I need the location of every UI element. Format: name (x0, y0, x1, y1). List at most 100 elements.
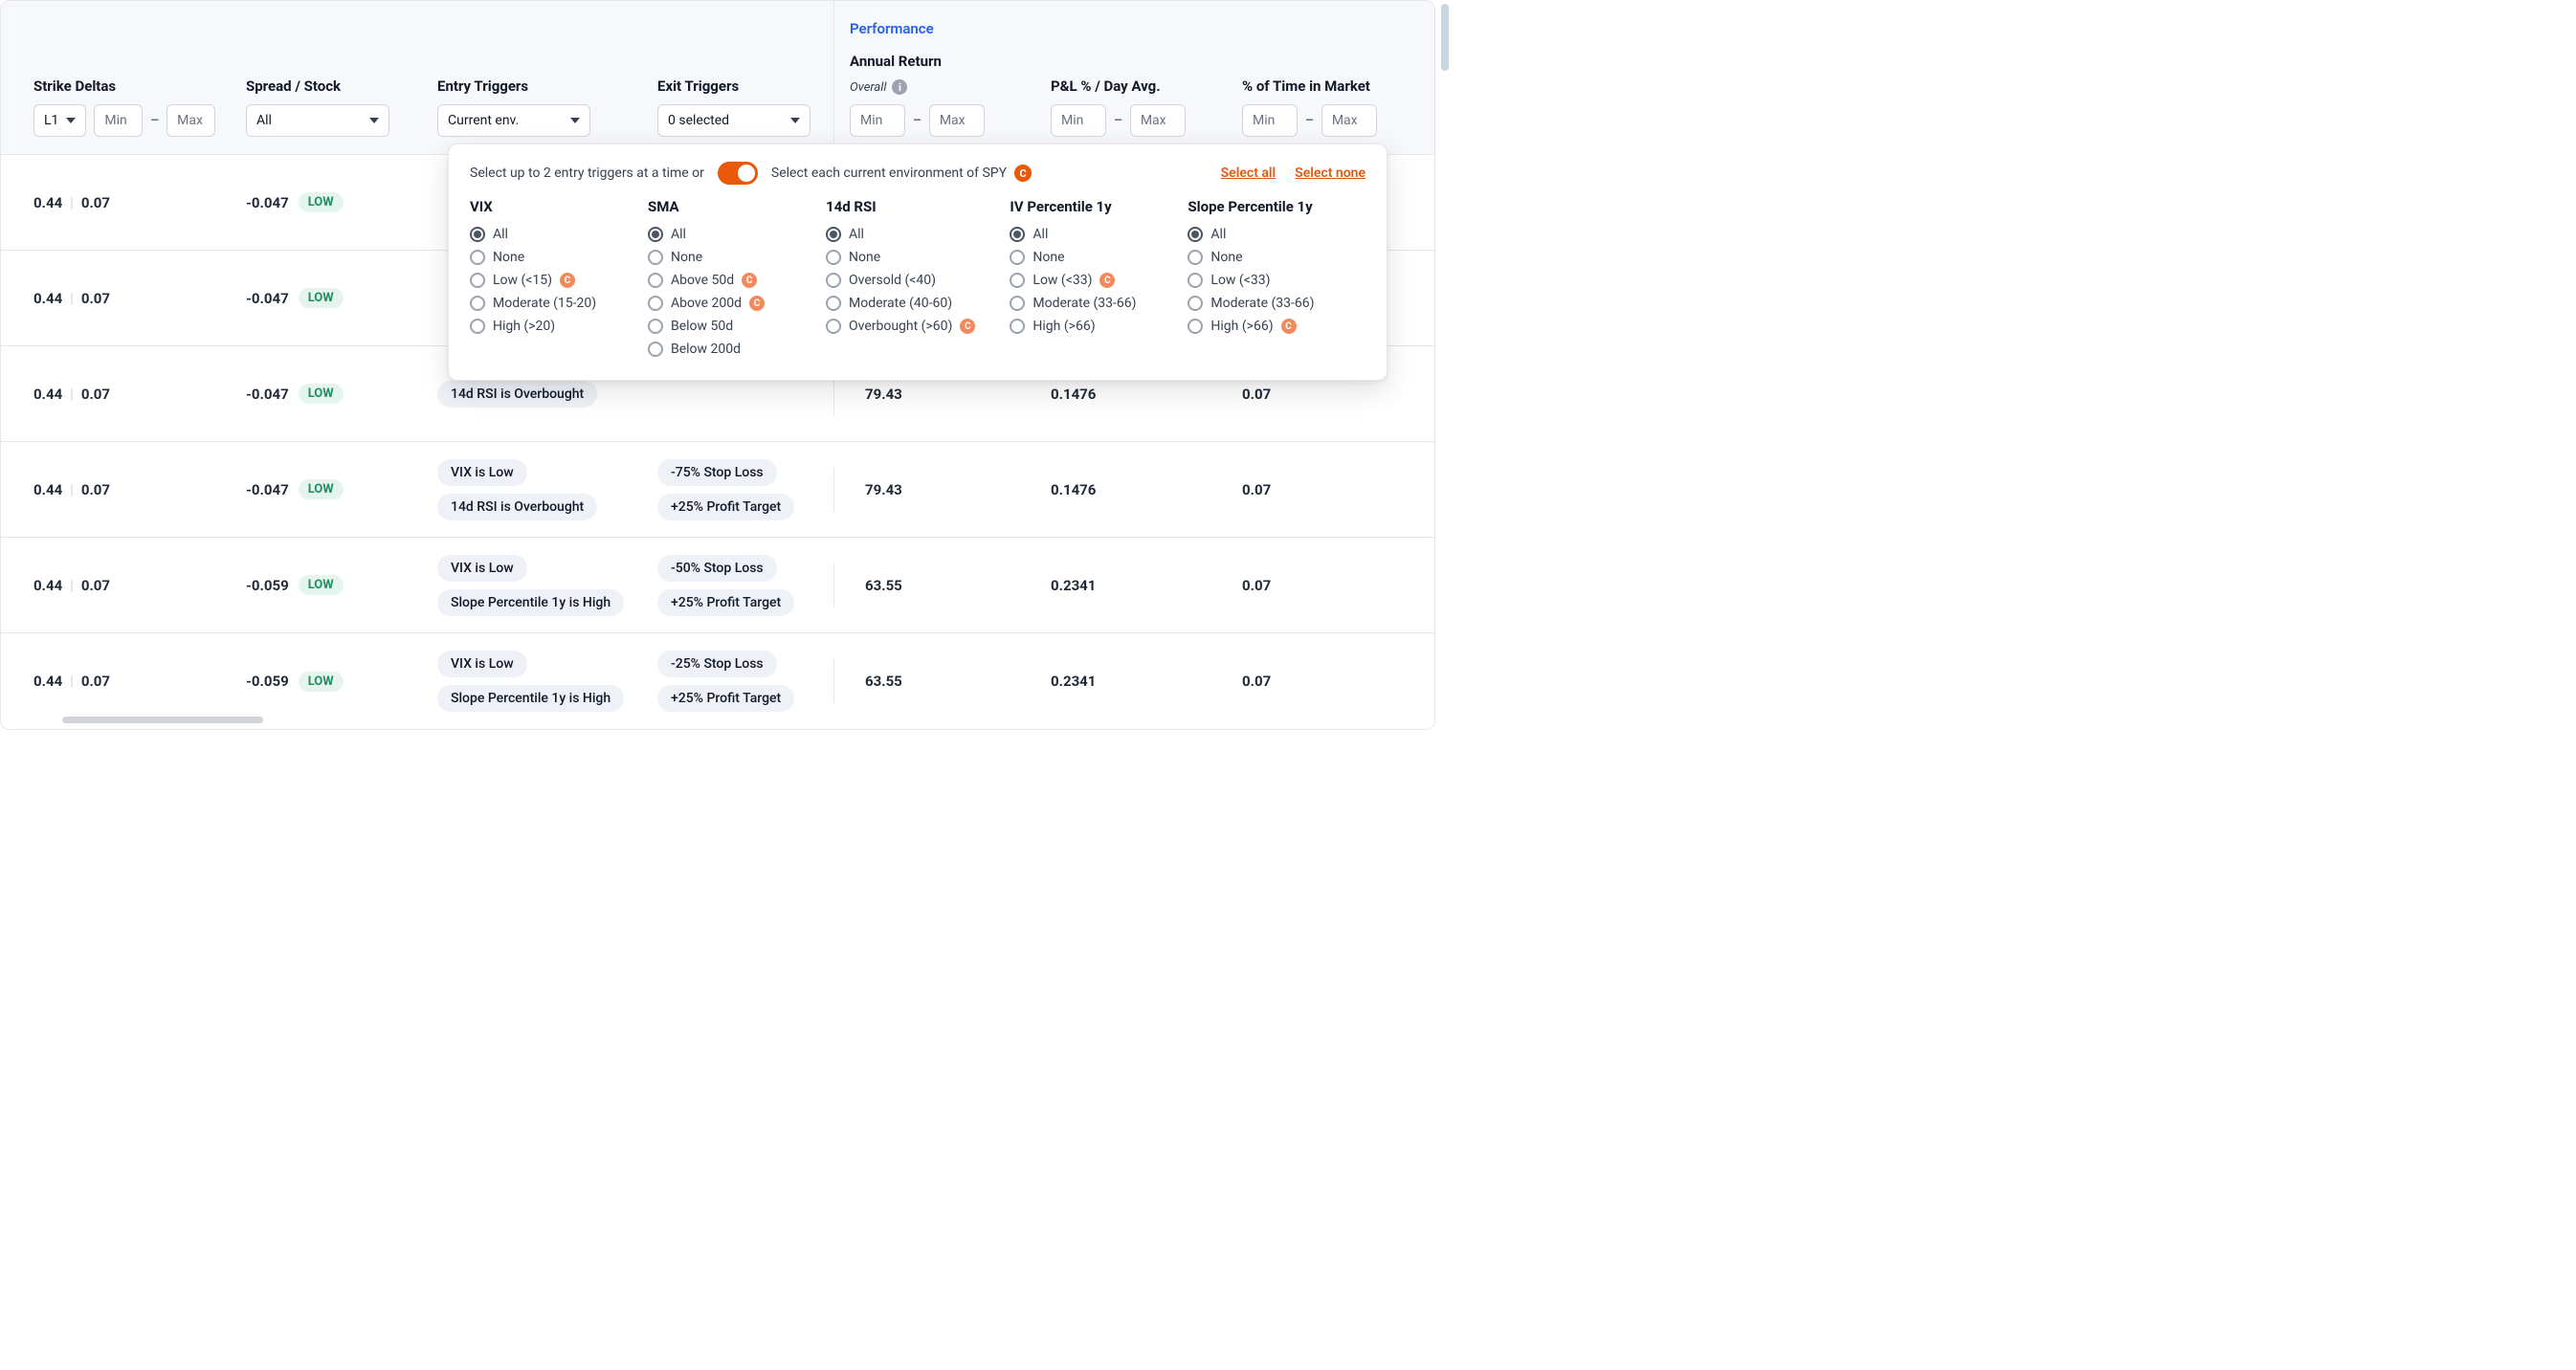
time-in-market-value: 0.07 (1242, 481, 1414, 498)
trigger-option[interactable]: All (1188, 223, 1331, 246)
time-max-input[interactable]: Max (1321, 104, 1377, 137)
low-badge: LOW (299, 672, 344, 692)
trigger-option[interactable]: High (>66) (1010, 315, 1153, 338)
delta-1: 0.44 (33, 194, 62, 211)
trigger-option[interactable]: None (1188, 246, 1331, 269)
radio-icon (648, 319, 663, 334)
cell-entry-triggers: VIX is Low14d RSI is Overbought (422, 446, 642, 534)
ar-max-input[interactable]: Max (929, 104, 985, 137)
annual-return-value: 79.43 (850, 386, 1051, 403)
trigger-option-label: All (493, 227, 508, 242)
trigger-option[interactable]: Moderate (15-20) (470, 292, 613, 315)
cell-performance: 79.430.14760.07 (833, 468, 1434, 512)
trigger-option[interactable]: Moderate (33-66) (1188, 292, 1331, 315)
exit-trigger-chip: -75% Stop Loss (657, 459, 777, 486)
trigger-option[interactable]: Above 50dC (648, 269, 791, 292)
trigger-option[interactable]: High (>66)C (1188, 315, 1331, 338)
cell-spread-stock: -0.047LOW (231, 275, 422, 321)
radio-icon (1010, 227, 1025, 242)
delta-divider: | (70, 577, 74, 594)
delta-1: 0.44 (33, 673, 62, 690)
trigger-option[interactable]: None (1010, 246, 1153, 269)
radio-icon (1010, 273, 1025, 288)
trigger-option[interactable]: Below 50d (648, 315, 791, 338)
trigger-option-label: Moderate (40-60) (849, 296, 952, 311)
trigger-column-title: VIX (470, 198, 613, 215)
low-badge: LOW (299, 575, 344, 595)
pnl-max-input[interactable]: Max (1130, 104, 1186, 137)
table-row[interactable]: 0.44|0.07-0.059LOWVIX is LowSlope Percen… (1, 633, 1434, 729)
select-all-link[interactable]: Select all (1221, 166, 1277, 181)
spread-stock-select[interactable]: All (246, 104, 389, 137)
trigger-option[interactable]: Above 200dC (648, 292, 791, 315)
radio-icon (1188, 227, 1203, 242)
exit-triggers-value: 0 selected (668, 113, 729, 128)
performance-link[interactable]: Performance (850, 20, 1419, 37)
time-in-market-value: 0.07 (1242, 673, 1414, 690)
trigger-option[interactable]: Oversold (<40) (826, 269, 975, 292)
trigger-option[interactable]: Low (<33)C (1010, 269, 1153, 292)
trigger-option[interactable]: All (470, 223, 613, 246)
leg-select-label: L1 (44, 113, 58, 128)
entry-triggers-value: Current env. (448, 113, 519, 128)
exit-triggers-select[interactable]: 0 selected (657, 104, 811, 137)
radio-icon (648, 250, 663, 265)
strike-min-input[interactable]: Min (94, 104, 143, 137)
table-row[interactable]: 0.44|0.07-0.047LOWVIX is Low14d RSI is O… (1, 442, 1434, 538)
trigger-option[interactable]: High (>20) (470, 315, 613, 338)
range-dash: – (1114, 113, 1122, 128)
exit-trigger-chip: +25% Profit Target (657, 589, 794, 616)
trigger-option-label: All (1033, 227, 1048, 242)
trigger-option[interactable]: None (826, 246, 975, 269)
trigger-option[interactable]: Moderate (40-60) (826, 292, 975, 315)
radio-icon (470, 250, 485, 265)
trigger-option[interactable]: Low (<33) (1188, 269, 1331, 292)
entry-triggers-select[interactable]: Current env. (437, 104, 590, 137)
radio-icon (470, 227, 485, 242)
trigger-option[interactable]: None (470, 246, 613, 269)
strike-max-input[interactable]: Max (167, 104, 215, 137)
delta-2: 0.07 (81, 481, 110, 498)
trigger-option[interactable]: None (648, 246, 791, 269)
cell-spread-stock: -0.059LOW (231, 562, 422, 608)
cell-strike-deltas: 0.44|0.07 (1, 372, 231, 416)
trigger-option[interactable]: All (648, 223, 791, 246)
popover-lead-text: Select up to 2 entry triggers at a time … (470, 166, 704, 181)
horizontal-scrollbar[interactable] (62, 717, 263, 723)
pnl-value: 0.2341 (1051, 673, 1242, 690)
trigger-column: 14d RSIAllNoneOversold (<40)Moderate (40… (826, 198, 975, 361)
current-env-toggle[interactable] (718, 162, 758, 185)
annual-return-value: 79.43 (850, 481, 1051, 498)
pnl-min-input[interactable]: Min (1051, 104, 1106, 137)
leg-select[interactable]: L1 (33, 104, 86, 137)
range-dash: – (150, 113, 159, 128)
trigger-option[interactable]: All (1010, 223, 1153, 246)
cell-exit-triggers: -25% Stop Loss+25% Profit Target (642, 637, 833, 725)
delta-divider: | (70, 386, 74, 403)
time-min-input[interactable]: Min (1242, 104, 1298, 137)
radio-icon (826, 250, 841, 265)
select-none-link[interactable]: Select none (1295, 166, 1366, 181)
cell-entry-triggers: VIX is LowSlope Percentile 1y is High (422, 637, 642, 725)
radio-icon (648, 296, 663, 311)
trigger-option-label: Above 200d (671, 296, 742, 311)
trigger-option[interactable]: Overbought (>60)C (826, 315, 975, 338)
vertical-scrollbar[interactable] (1441, 4, 1449, 71)
spread-value: -0.047 (246, 290, 289, 307)
trigger-option[interactable]: All (826, 223, 975, 246)
time-title: % of Time in Market (1242, 77, 1414, 95)
radio-icon (826, 227, 841, 242)
table-row[interactable]: 0.44|0.07-0.059LOWVIX is LowSlope Percen… (1, 538, 1434, 633)
entry-trigger-chip: VIX is Low (437, 555, 527, 582)
cell-strike-deltas: 0.44|0.07 (1, 563, 231, 608)
trigger-option-label: Below 50d (671, 319, 733, 334)
ar-min-input[interactable]: Min (850, 104, 905, 137)
trigger-option[interactable]: Moderate (33-66) (1010, 292, 1153, 315)
trigger-option[interactable]: Low (<15)C (470, 269, 613, 292)
trigger-column: SMAAllNoneAbove 50dCAbove 200dCBelow 50d… (648, 198, 791, 361)
annual-return-value: 63.55 (850, 577, 1051, 594)
cell-performance: 63.550.23410.07 (833, 659, 1434, 703)
col-performance: Performance Annual Return Overall i Min … (833, 1, 1434, 154)
trigger-option[interactable]: Below 200d (648, 338, 791, 361)
info-icon[interactable]: i (892, 79, 907, 95)
